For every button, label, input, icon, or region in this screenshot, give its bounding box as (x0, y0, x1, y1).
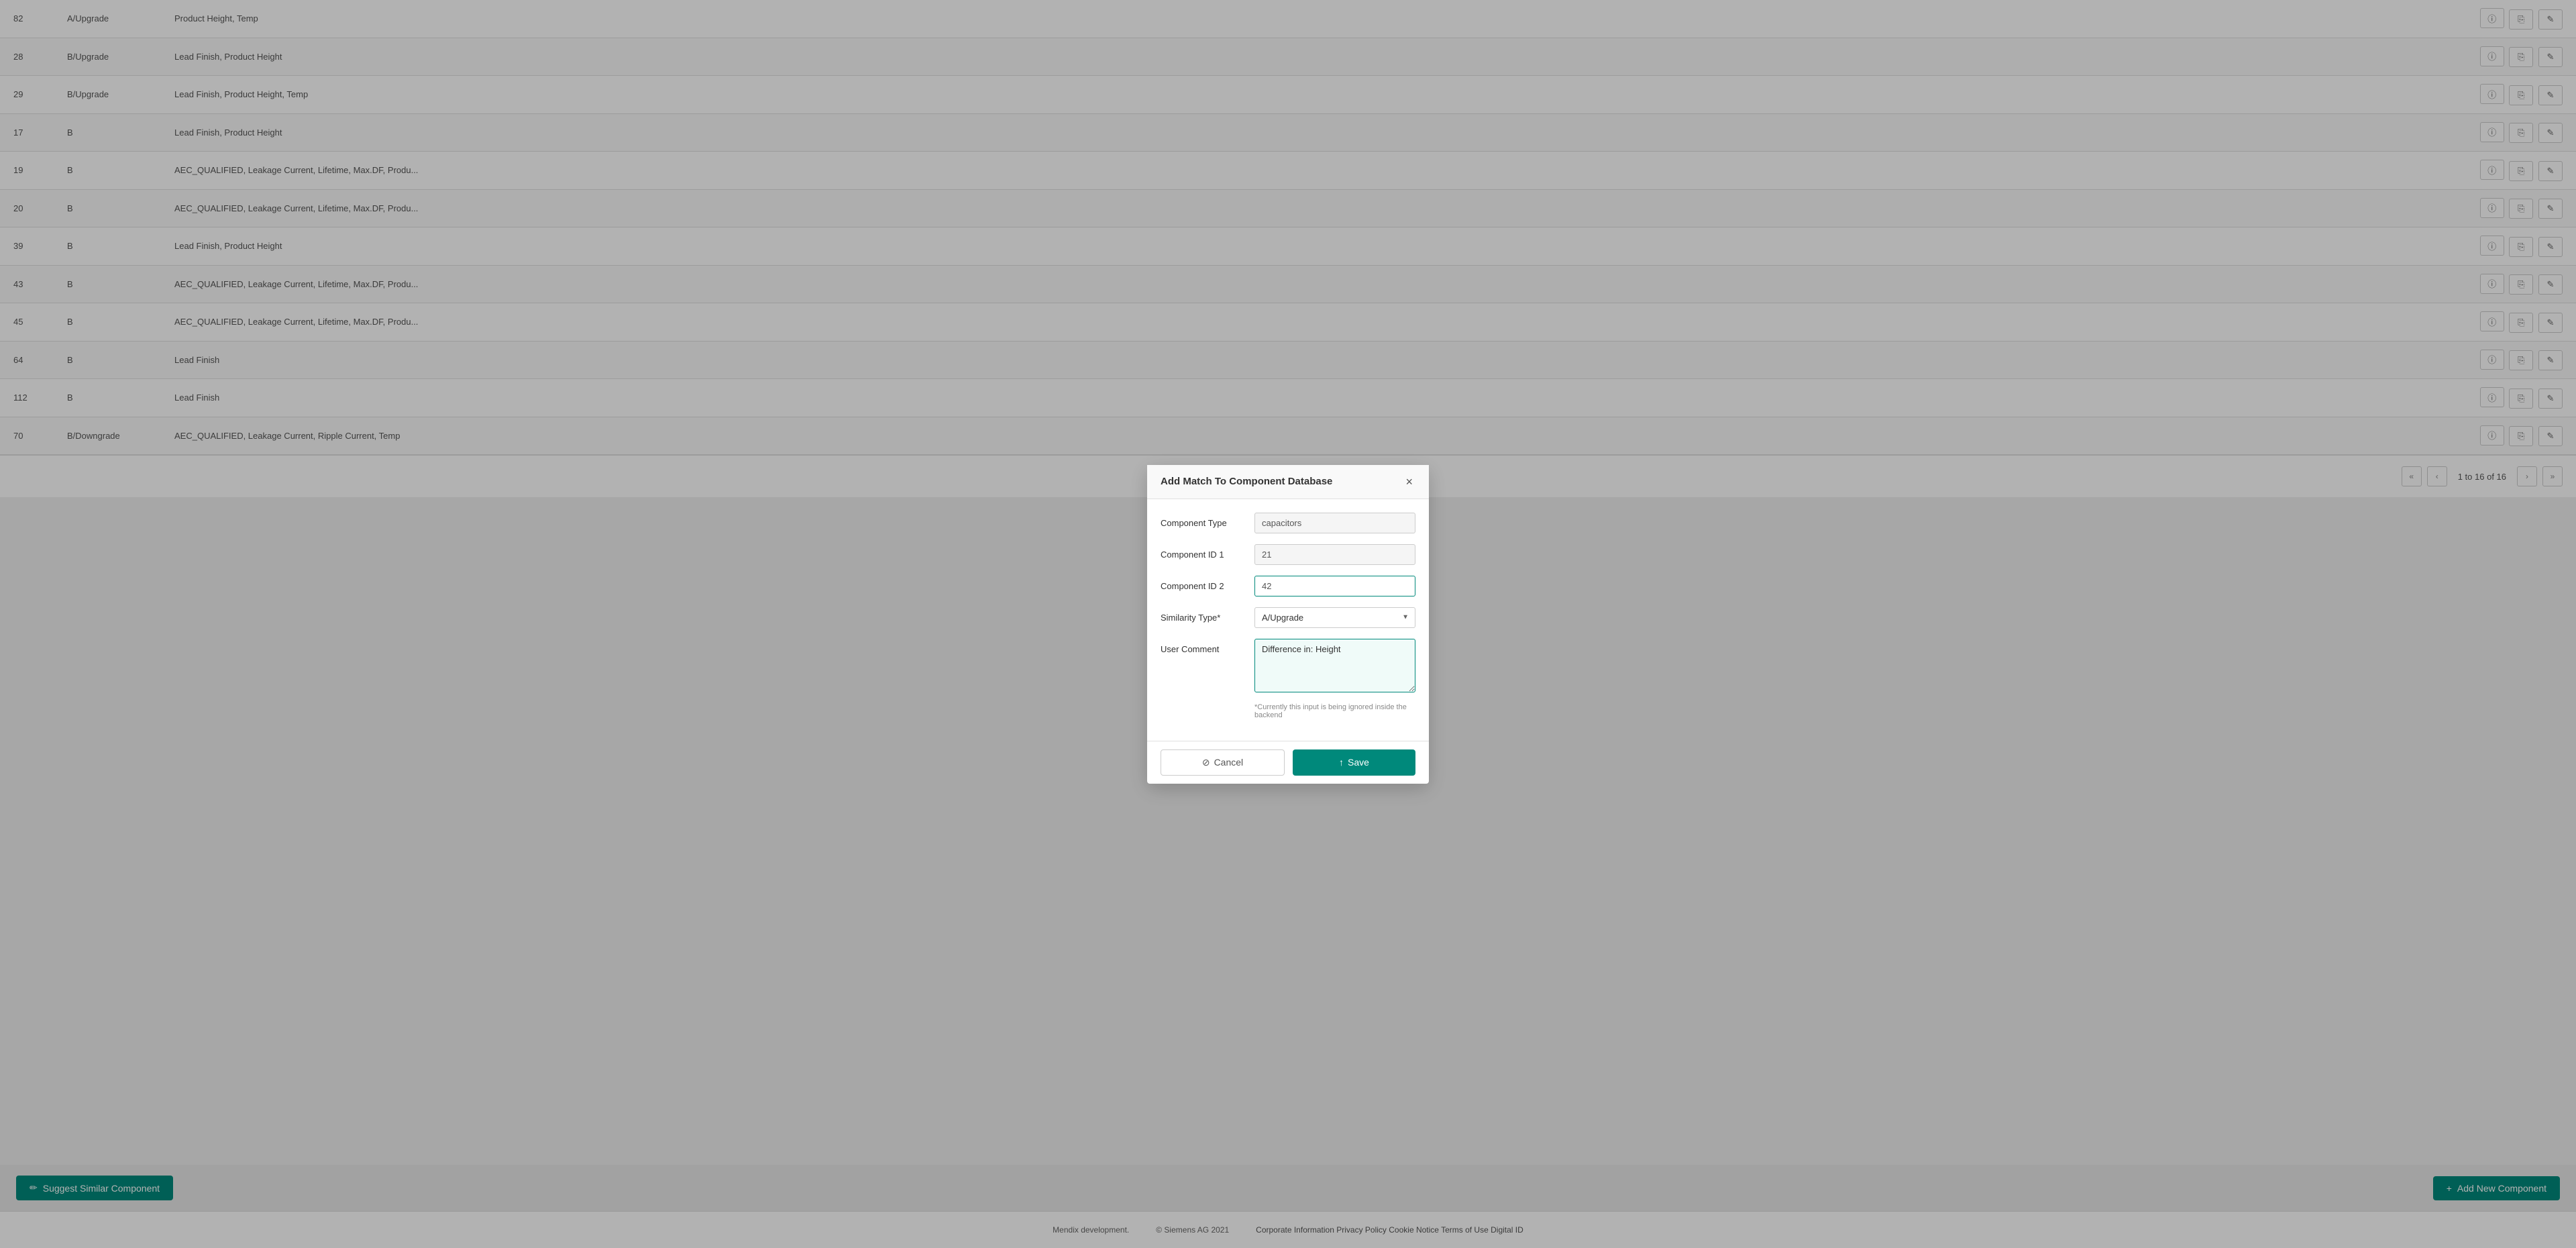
cancel-circle-icon: ⊘ (1202, 757, 1210, 768)
component-type-label: Component Type (1161, 513, 1254, 528)
modal-body: Component Type Component ID 1 Component … (1147, 499, 1429, 741)
cancel-label: Cancel (1214, 757, 1244, 768)
component-type-input[interactable] (1254, 513, 1415, 533)
component-id1-label: Component ID 1 (1161, 544, 1254, 560)
component-id1-input[interactable] (1254, 544, 1415, 565)
component-id2-label: Component ID 2 (1161, 576, 1254, 591)
modal-title: Add Match To Component Database (1161, 476, 1332, 487)
similarity-type-select[interactable]: A/UpgradeB/UpgradeBB/Downgrade (1254, 607, 1415, 628)
modal-overlay: Add Match To Component Database × Compon… (0, 0, 2576, 1248)
save-label: Save (1348, 757, 1369, 768)
modal: Add Match To Component Database × Compon… (1147, 465, 1429, 784)
modal-close-button[interactable]: × (1403, 476, 1415, 488)
save-icon: ↑ (1339, 757, 1344, 768)
user-comment-group: User Comment (1161, 639, 1415, 692)
cancel-button[interactable]: ⊘ Cancel (1161, 749, 1285, 776)
modal-footer: ⊘ Cancel ↑ Save (1147, 741, 1429, 784)
similarity-type-label: Similarity Type* (1161, 607, 1254, 623)
user-comment-textarea[interactable] (1254, 639, 1415, 692)
similarity-type-wrapper: A/UpgradeB/UpgradeBB/Downgrade ▼ (1254, 607, 1415, 628)
component-id1-group: Component ID 1 (1161, 544, 1415, 565)
modal-header: Add Match To Component Database × (1147, 465, 1429, 499)
component-id2-group: Component ID 2 (1161, 576, 1415, 596)
save-button[interactable]: ↑ Save (1293, 749, 1415, 776)
user-comment-label: User Comment (1161, 639, 1254, 654)
component-id2-input[interactable] (1254, 576, 1415, 596)
component-type-group: Component Type (1161, 513, 1415, 533)
hint-text: *Currently this input is being ignored i… (1254, 703, 1415, 719)
similarity-type-group: Similarity Type* A/UpgradeB/UpgradeBB/Do… (1161, 607, 1415, 628)
